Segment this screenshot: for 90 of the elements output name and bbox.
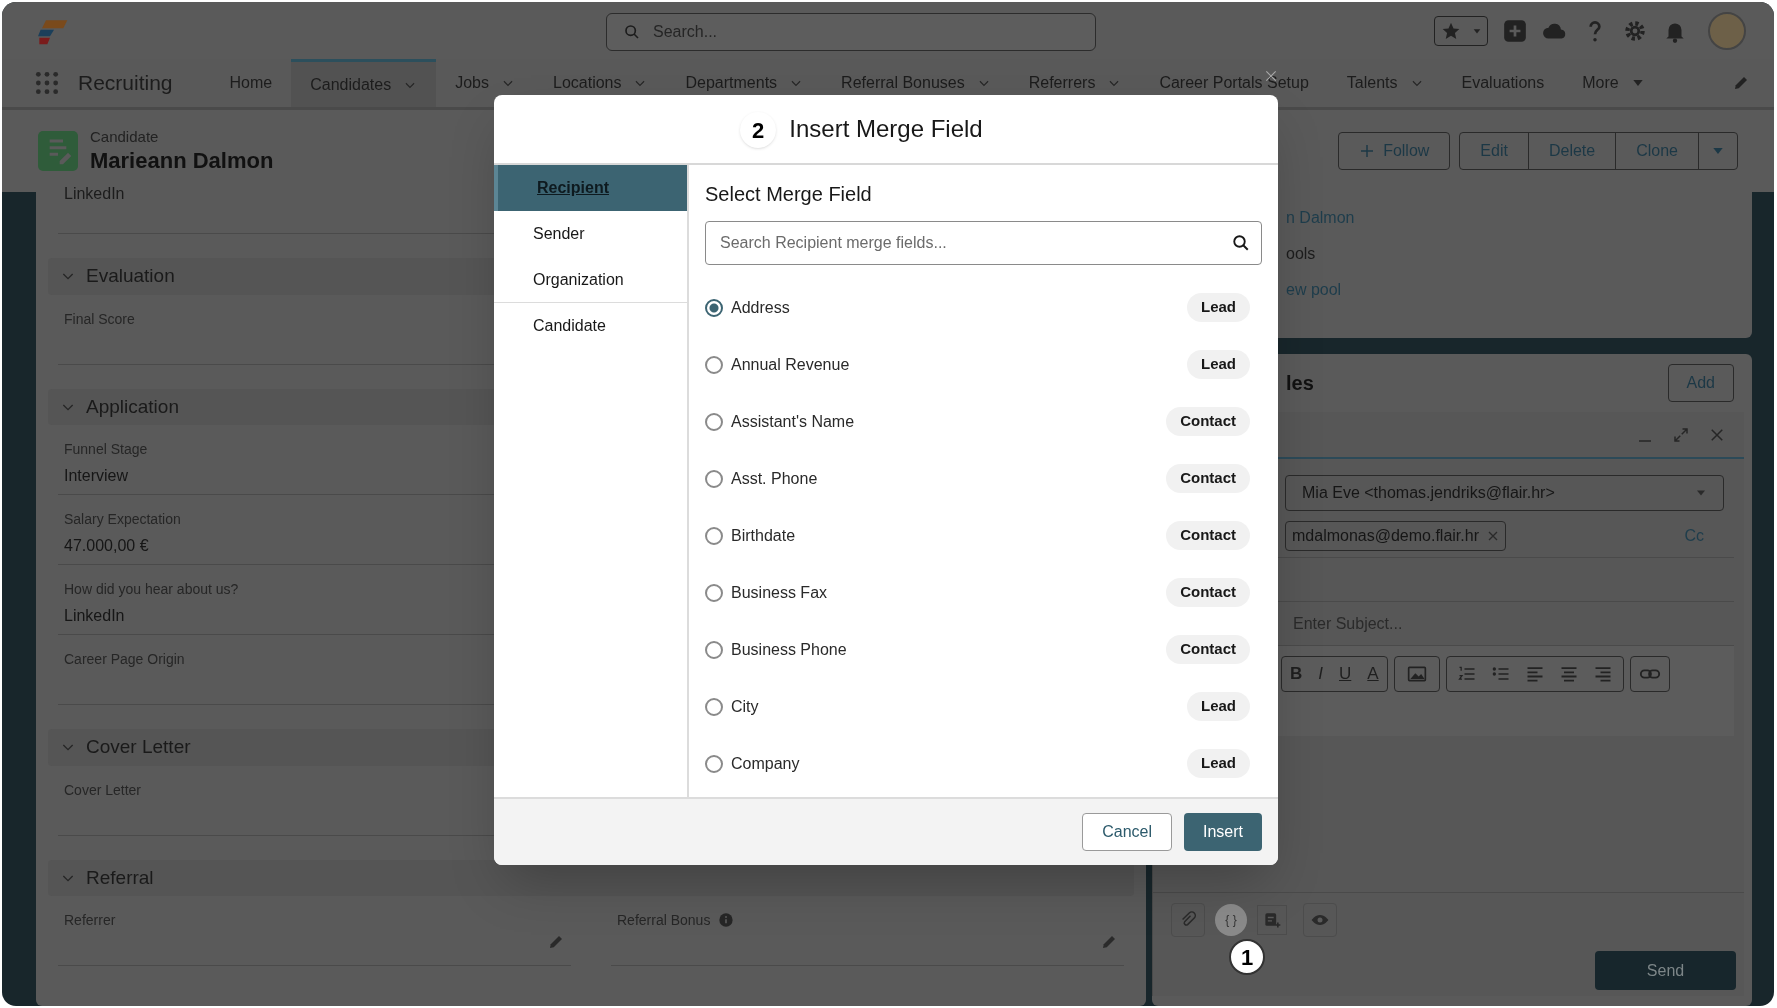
search-field[interactable]: Search Recipient merge fields... [705, 221, 1262, 265]
nav-tab[interactable]: Referral Bonuses [822, 59, 1010, 107]
field-name[interactable]: City [731, 694, 759, 719]
record-title: Marieann Dalmon [90, 146, 274, 175]
field-value: LinkedIn [64, 184, 125, 204]
format-button[interactable]: B [1290, 661, 1303, 687]
radio-button[interactable] [705, 697, 723, 716]
nav-tab[interactable]: Referrers [1009, 59, 1141, 107]
add-button[interactable]: Add [1667, 364, 1734, 402]
more-menu[interactable]: More [1563, 59, 1664, 107]
avatar[interactable] [1708, 11, 1746, 50]
field-value: 47.000,00 € [64, 536, 150, 557]
insert-button[interactable]: Insert [1184, 813, 1262, 851]
field-name[interactable]: Assistant's Name [731, 409, 855, 434]
template-icon[interactable] [1257, 905, 1287, 935]
attach-icon[interactable] [1171, 903, 1205, 937]
object-tag: Contact [1166, 578, 1250, 607]
send-button[interactable]: Send [1595, 951, 1736, 990]
field-name[interactable]: Birthdate [731, 523, 796, 548]
search-icon [1232, 234, 1250, 252]
nav-tab[interactable]: Locations [534, 59, 667, 107]
preview-icon[interactable] [1303, 903, 1337, 937]
merge-field-button[interactable]: { } [1215, 904, 1247, 936]
object-tag: Lead [1187, 692, 1250, 721]
from-dropdown[interactable]: Mia Eve <thomas.jendriks@flair.hr> [1285, 475, 1724, 511]
cancel-button[interactable]: Cancel [1082, 813, 1172, 851]
record-icon [38, 131, 78, 171]
field-name[interactable]: Address [731, 295, 790, 320]
action-button[interactable]: Edit [1459, 132, 1529, 170]
dialog-title: Insert Merge Field [789, 114, 983, 144]
cc-link[interactable]: Cc [1684, 524, 1704, 548]
edit-icon[interactable] [547, 933, 565, 951]
step-number-badge: 2 [740, 112, 776, 148]
recipient-chip[interactable]: mdalmonas@demo.flair.hr [1285, 521, 1506, 551]
step-number-badge: 1 [1229, 939, 1265, 975]
radio-button[interactable] [705, 298, 723, 317]
field-name[interactable]: Business Phone [731, 637, 847, 662]
app-launcher-icon[interactable] [34, 70, 60, 96]
category-tab[interactable]: Candidate [494, 303, 687, 349]
record-type: Candidate [90, 127, 160, 147]
radio-button[interactable] [705, 754, 723, 773]
category-tab[interactable]: Recipient [494, 165, 687, 211]
search-icon [624, 24, 640, 40]
object-tag: Lead [1187, 293, 1250, 322]
nav-tab[interactable]: Jobs [436, 59, 534, 107]
card-title: les [1286, 371, 1314, 396]
object-tag: Lead [1187, 749, 1250, 778]
radio-button[interactable] [705, 526, 723, 545]
favorites-button[interactable] [1434, 15, 1488, 46]
section-header[interactable]: Referral [48, 859, 1134, 896]
field-value: Interview [64, 466, 130, 487]
field-value: LinkedIn [64, 606, 126, 627]
nav-tab[interactable]: Departments [666, 59, 823, 107]
search-field[interactable]: Search... [606, 13, 1096, 51]
object-tag: Contact [1166, 464, 1250, 493]
format-button[interactable]: U [1339, 661, 1352, 687]
object-tag: Contact [1166, 407, 1250, 436]
object-tag: Contact [1166, 521, 1250, 550]
expand-icon[interactable] [1672, 425, 1690, 444]
card-text: ools [1286, 244, 1317, 264]
field-name[interactable]: Asst. Phone [731, 466, 818, 491]
field-name[interactable]: Annual Revenue [731, 352, 850, 377]
section-heading: Select Merge Field [705, 182, 873, 207]
radio-button[interactable] [705, 355, 723, 374]
nav-tab[interactable]: Evaluations [1442, 59, 1564, 107]
object-tag: Contact [1166, 635, 1250, 664]
nav-tab[interactable]: Home [210, 59, 292, 107]
add-icon[interactable] [1502, 17, 1528, 44]
radio-button[interactable] [705, 412, 723, 431]
object-tag: Lead [1187, 350, 1250, 379]
plus-icon [1359, 143, 1376, 159]
more-actions-button[interactable] [1698, 132, 1738, 170]
radio-button[interactable] [705, 583, 723, 602]
link[interactable]: ew pool [1286, 278, 1752, 302]
category-tab[interactable]: Organization [494, 257, 687, 303]
radio-button[interactable] [705, 469, 723, 488]
format-button[interactable]: I [1318, 661, 1323, 687]
remove-icon [1487, 530, 1499, 542]
edit-icon[interactable] [1732, 74, 1750, 92]
category-tab[interactable]: Sender [494, 211, 687, 257]
app-name: Recruiting [78, 70, 173, 97]
field-name[interactable]: Business Fax [731, 580, 828, 605]
action-button[interactable]: Delete [1527, 132, 1617, 170]
format-button[interactable]: A [1367, 661, 1379, 687]
action-button[interactable]: Clone [1615, 132, 1699, 170]
edit-icon[interactable] [1100, 933, 1118, 951]
field-name[interactable]: Company [731, 751, 800, 776]
follow-button[interactable]: Follow [1338, 132, 1451, 170]
nav-tab[interactable]: Talents [1327, 59, 1443, 107]
radio-button[interactable] [705, 640, 723, 659]
